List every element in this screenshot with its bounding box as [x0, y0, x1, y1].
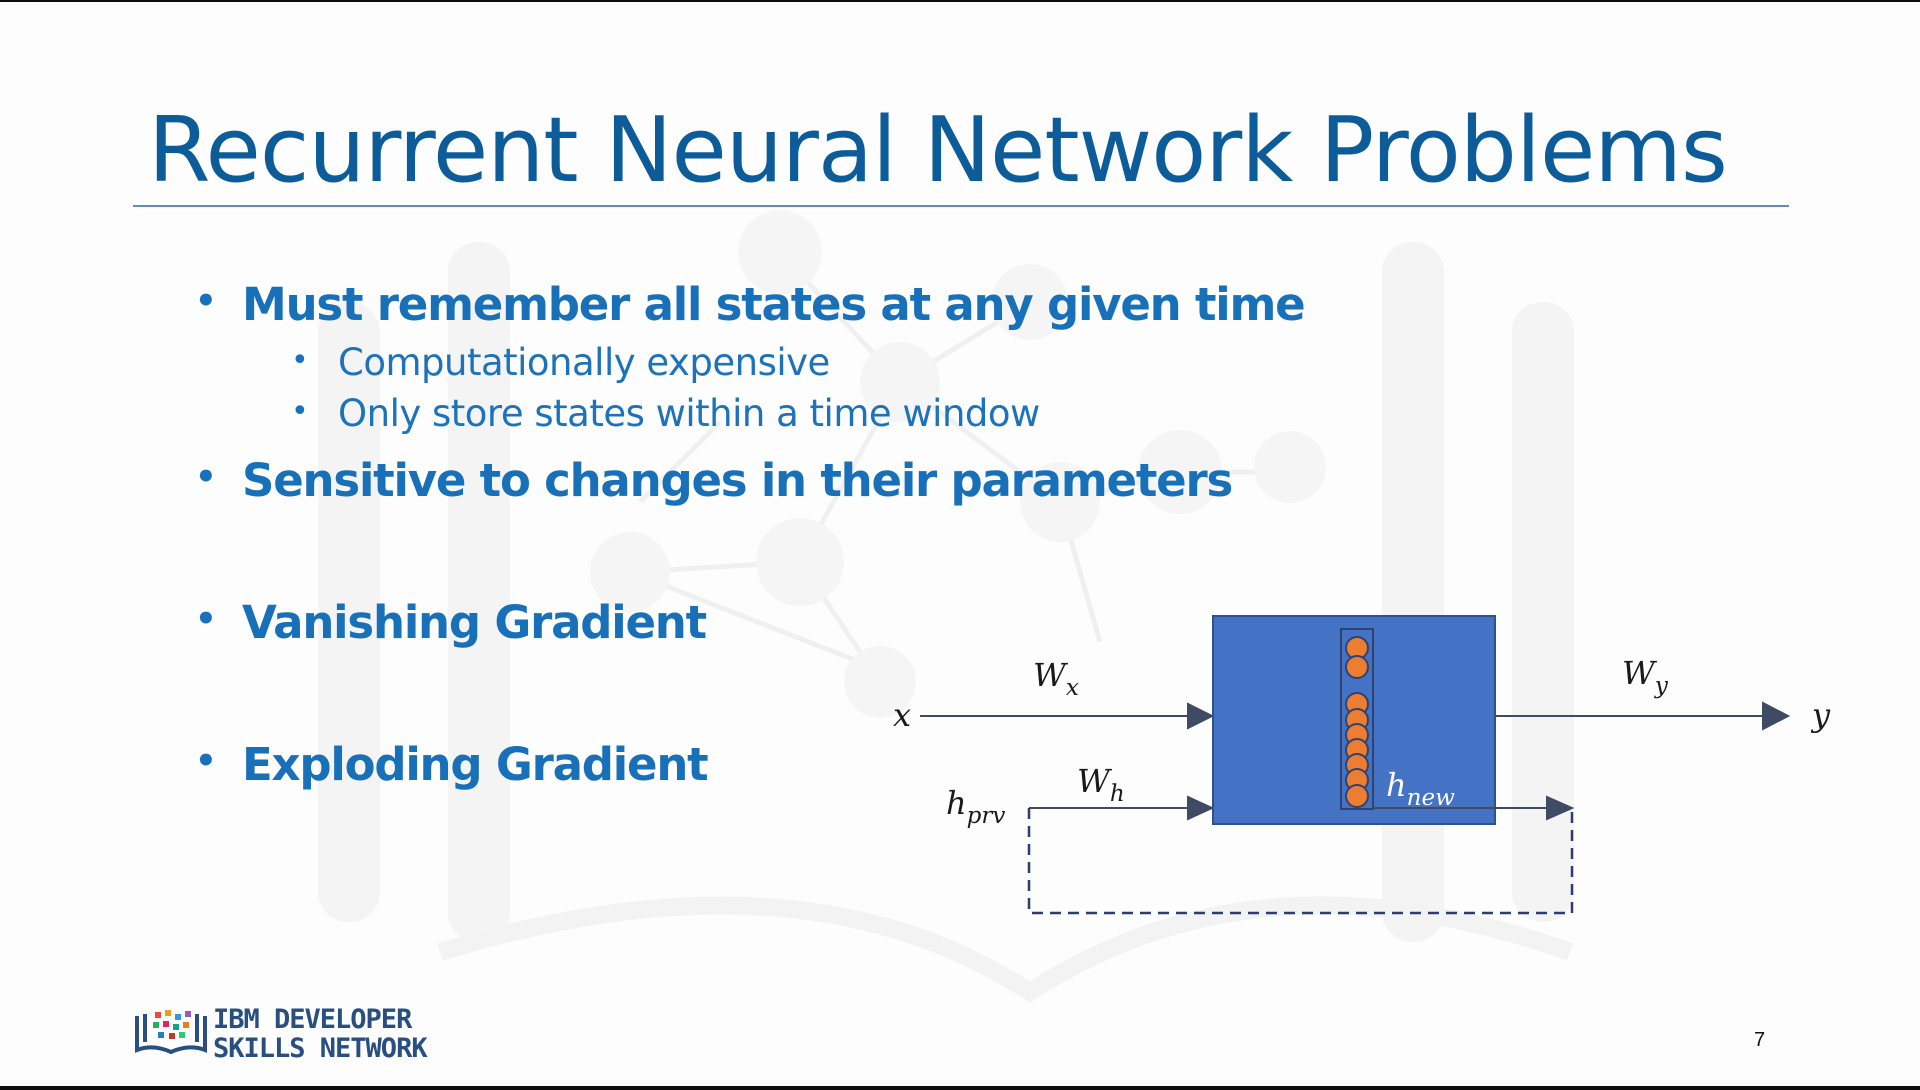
label-h-new: hnew — [1386, 766, 1455, 811]
logo-wordmark: IBM DEVELOPER SKILLS NETWORK — [213, 1004, 428, 1064]
rnn-diagram — [920, 615, 1791, 915]
ibm-skills-network-logo — [135, 1010, 207, 1055]
label-w-h: Wh — [1077, 762, 1125, 807]
page-number: 7 — [1754, 1029, 1766, 1051]
label-x: x — [893, 696, 912, 734]
label-h-prv: hprv — [946, 784, 1006, 829]
logo-line-1: IBM DEVELOPER — [213, 1004, 412, 1035]
label-y: y — [1812, 696, 1831, 734]
label-w-y: Wy — [1622, 654, 1668, 699]
slide: Recurrent Neural Network Problems • Must… — [0, 2, 1920, 1086]
label-w-x: Wx — [1033, 656, 1079, 701]
logo-line-2: SKILLS NETWORK — [213, 1033, 428, 1064]
neurons — [1345, 636, 1369, 808]
